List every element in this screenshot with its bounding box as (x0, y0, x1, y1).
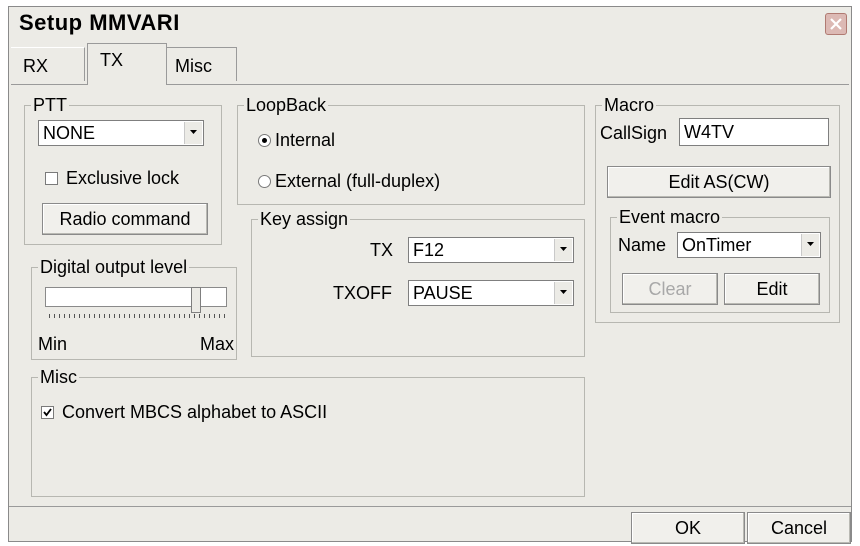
slider-min-label: Min (38, 334, 68, 354)
tx-key-label: TX (370, 240, 394, 260)
ok-label: OK (674, 518, 701, 538)
event-macro-group: Event macro Name OnTimer Clear Edit (610, 206, 830, 313)
dropdown-arrow (801, 234, 819, 256)
loopback-external-radio[interactable] (258, 175, 271, 188)
output-level-slider[interactable] (45, 287, 229, 321)
ptt-select[interactable]: NONE (38, 120, 204, 146)
macro-group: Macro CallSign W4TV Edit AS(CW) Event ma… (595, 94, 840, 323)
txoff-key-label: TXOFF (333, 283, 392, 303)
key-assign-group: Key assign TX F12 TXOFF PAUSE (251, 208, 585, 357)
clear-button[interactable]: Clear (622, 273, 718, 305)
cancel-button[interactable]: Cancel (747, 512, 851, 544)
window-title: Setup MMVARI (19, 10, 180, 35)
cancel-label: Cancel (770, 518, 828, 538)
radio-dot (262, 138, 267, 143)
key-assign-group-label: Key assign (258, 208, 351, 230)
tx-key-select[interactable]: F12 (408, 237, 574, 263)
event-name-label: Name (618, 235, 667, 255)
loopback-internal-radio[interactable] (258, 134, 271, 147)
radio-command-button[interactable]: Radio command (42, 203, 208, 235)
ptt-group-label: PTT (31, 94, 69, 116)
digital-output-group: Digital output level Min Max (31, 256, 237, 360)
callsign-value: W4TV (684, 122, 735, 142)
tab-rx[interactable]: RX (11, 47, 85, 81)
event-macro-group-label: Event macro (617, 206, 723, 228)
tab-tx-label: TX (100, 50, 124, 70)
txoff-key-value: PAUSE (413, 283, 473, 303)
title-bar: Setup MMVARI (9, 7, 851, 43)
tx-key-value: F12 (413, 240, 445, 260)
tab-divider (11, 84, 87, 85)
event-name-select[interactable]: OnTimer (677, 232, 821, 258)
convert-mbcs-label: Convert MBCS alphabet to ASCII (62, 402, 328, 422)
setup-dialog: Setup MMVARI RX TX Misc PTT NONE Exclusi… (8, 6, 852, 544)
footer-divider (9, 506, 851, 507)
event-edit-button[interactable]: Edit (724, 273, 820, 305)
macro-group-label: Macro (602, 94, 657, 116)
tab-misc-label: Misc (175, 56, 212, 76)
txoff-key-select[interactable]: PAUSE (408, 280, 574, 306)
ok-button[interactable]: OK (631, 512, 745, 544)
checkmark-icon (43, 408, 52, 417)
dropdown-arrow (554, 239, 572, 261)
convert-mbcs-checkbox[interactable] (41, 406, 54, 419)
close-button[interactable] (825, 13, 847, 35)
chevron-down-icon (190, 130, 197, 134)
ptt-group: PTT NONE Exclusive lock Radio command (24, 94, 222, 245)
slider-thumb[interactable] (191, 287, 201, 313)
exclusive-lock-checkbox[interactable] (45, 172, 58, 185)
misc-group: Misc Convert MBCS alphabet to ASCII (31, 366, 585, 497)
loopback-group-label: LoopBack (244, 94, 329, 116)
close-icon (830, 18, 842, 30)
misc-group-label: Misc (38, 366, 79, 388)
slider-max-label: Max (200, 334, 235, 354)
radio-command-label: Radio command (59, 209, 191, 229)
callsign-input[interactable]: W4TV (679, 118, 829, 146)
digital-output-group-label: Digital output level (38, 256, 190, 278)
loopback-external-label: External (full-duplex) (275, 171, 441, 191)
callsign-label: CallSign (600, 123, 668, 143)
tab-divider (167, 84, 849, 85)
tab-rx-label: RX (23, 56, 49, 76)
clear-label: Clear (648, 279, 692, 299)
slider-ticks (49, 314, 225, 318)
chevron-down-icon (807, 242, 814, 246)
chevron-down-icon (560, 247, 567, 251)
event-name-value: OnTimer (682, 235, 752, 255)
loopback-internal-label: Internal (275, 130, 336, 150)
ptt-select-value: NONE (43, 123, 96, 143)
tab-misc[interactable]: Misc (167, 47, 237, 81)
exclusive-lock-label: Exclusive lock (66, 168, 180, 188)
event-edit-label: Edit (756, 279, 788, 299)
tab-tx[interactable]: TX (87, 43, 167, 85)
loopback-group: LoopBack Internal External (full-duplex) (237, 94, 585, 205)
edit-as-cw-label: Edit AS(CW) (668, 172, 770, 192)
dropdown-arrow (554, 282, 572, 304)
edit-as-cw-button[interactable]: Edit AS(CW) (607, 166, 831, 198)
chevron-down-icon (560, 290, 567, 294)
dropdown-arrow (184, 122, 202, 144)
